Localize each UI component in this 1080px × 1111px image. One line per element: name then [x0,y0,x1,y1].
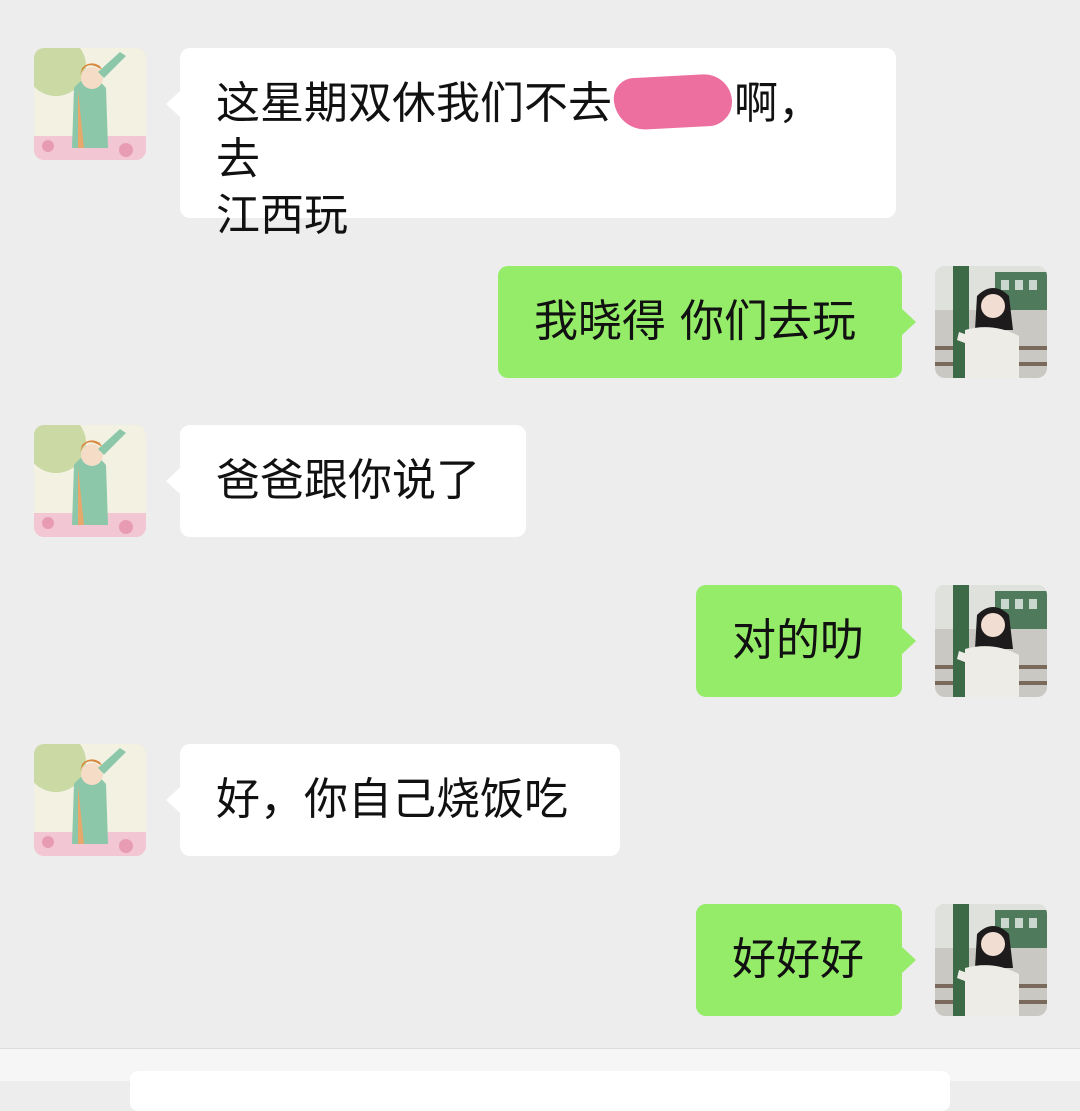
message-text: 我晓得 你们去玩 [534,296,856,347]
message-text-line: 江西玩 [216,190,348,241]
message-bubble-outgoing[interactable]: 对的叻 [696,585,916,697]
message-text: 对的叻 [732,615,864,666]
message-bubble-incoming[interactable]: 爸爸跟你说了 [166,425,526,537]
message-text: 好好好 [732,934,864,985]
message-text: 好，你自己烧饭吃 [216,774,568,825]
self-avatar[interactable] [935,266,1047,378]
redaction-mark [612,72,734,132]
message-input[interactable] [130,1071,950,1111]
message-bubble-incoming[interactable]: 这星期双休我们不去 啊，去 江西玩 [166,48,896,241]
message-bubble-outgoing[interactable]: 我晓得 你们去玩 [498,266,916,378]
contact-avatar[interactable] [34,744,146,856]
input-bar [0,1048,1080,1111]
self-avatar[interactable] [935,904,1047,1016]
message-text: 爸爸跟你说了 [216,455,480,506]
message-bubble-incoming[interactable]: 好，你自己烧饭吃 [166,744,620,856]
message-bubble-outgoing[interactable]: 好好好 [696,904,916,1016]
message-text-line: 这星期双休我们不去 啊，去 [216,72,860,188]
contact-avatar[interactable] [34,425,146,537]
self-avatar[interactable] [935,585,1047,697]
contact-avatar[interactable] [34,48,146,160]
